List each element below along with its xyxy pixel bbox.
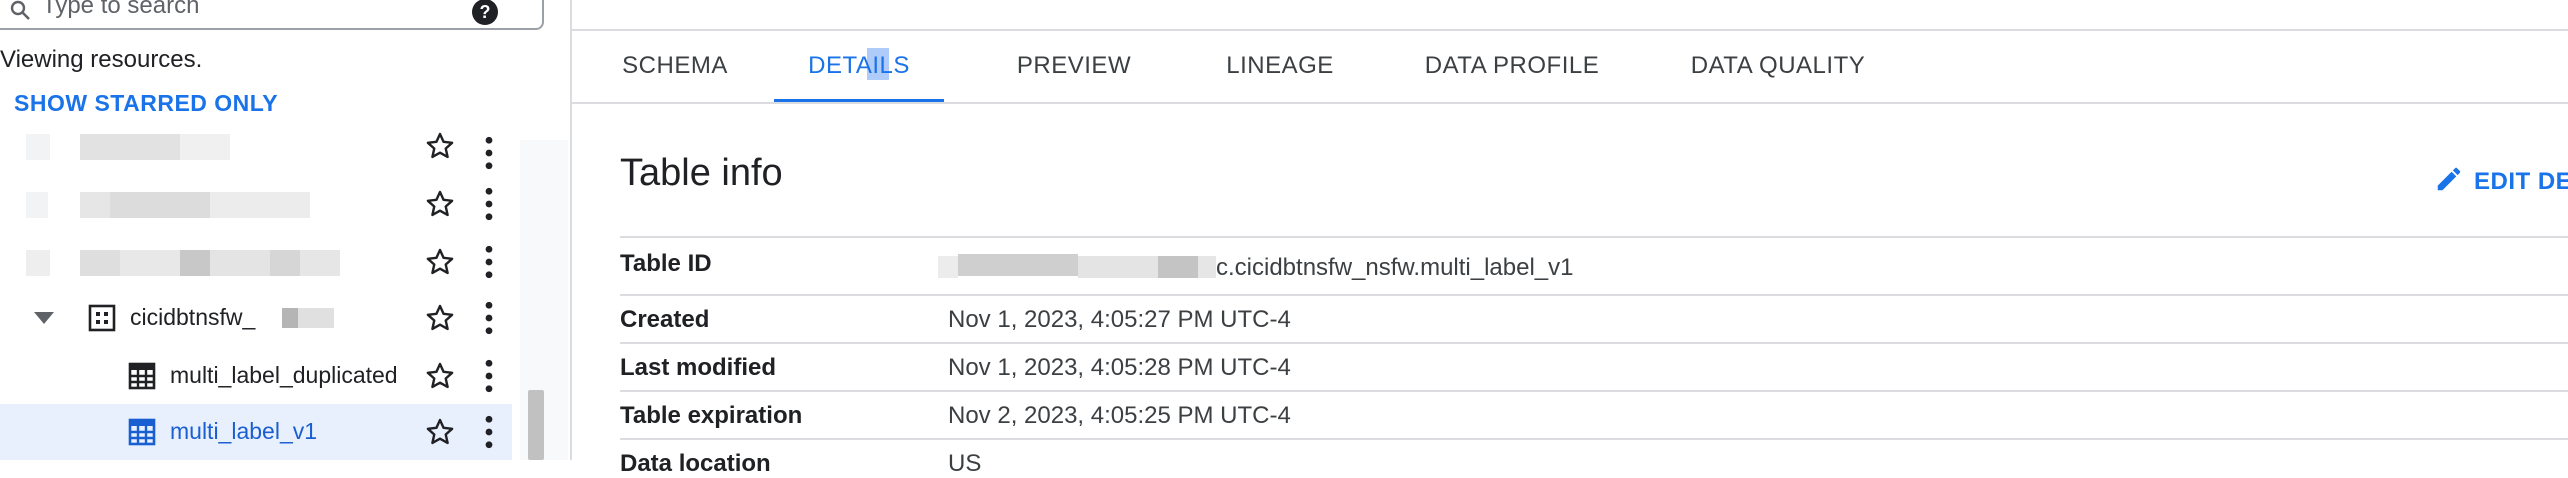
info-label: Created xyxy=(620,306,710,333)
tree-row-redacted[interactable] xyxy=(0,176,512,232)
table-icon xyxy=(128,362,156,390)
more-vert-icon[interactable] xyxy=(478,415,500,449)
divider xyxy=(620,236,2568,238)
info-label: Last modified xyxy=(620,354,777,381)
section-title: Table info xyxy=(620,152,783,194)
more-vert-icon[interactable] xyxy=(478,301,500,335)
edit-icon[interactable] xyxy=(2434,164,2464,194)
divider xyxy=(620,342,2568,344)
scrollbar-thumb[interactable] xyxy=(528,390,544,460)
search-input[interactable]: Type to search ? xyxy=(0,0,544,30)
star-icon[interactable] xyxy=(424,360,456,392)
data-location-value: US xyxy=(948,450,982,477)
tab-lineage[interactable]: LINEAGE xyxy=(1222,34,1338,102)
created-value: Nov 1, 2023, 4:05:27 PM UTC-4 xyxy=(948,306,1291,333)
tab-label: DETAILS xyxy=(808,52,910,79)
tab-label: SCHEMA xyxy=(622,52,728,79)
table-icon xyxy=(128,418,156,446)
tab-label: PREVIEW xyxy=(1016,52,1132,79)
tab-label: DATA PROFILE xyxy=(1424,52,1600,79)
table-id-value: c.cicidbtnsfw_nsfw.multi_label_v1 xyxy=(1216,254,1574,281)
tree-row-dataset[interactable]: cicidbtnsfw_ xyxy=(0,290,512,346)
tab-preview[interactable]: PREVIEW xyxy=(1014,34,1134,102)
star-icon[interactable] xyxy=(424,130,456,162)
divider xyxy=(620,390,2568,392)
explorer-panel: Type to search ? Viewing resources. SHOW… xyxy=(0,0,570,460)
show-starred-only-button[interactable]: SHOW STARRED ONLY xyxy=(14,90,278,117)
more-vert-icon[interactable] xyxy=(478,245,500,279)
tree-item-label: multi_label_duplicated xyxy=(170,362,398,388)
tree-row-table[interactable]: multi_label_duplicated xyxy=(0,348,512,404)
tree-item-label: cicidbtnsfw_ xyxy=(130,304,256,330)
tab-details[interactable]: DETAILS xyxy=(774,34,944,103)
dataset-icon xyxy=(88,304,116,332)
table-expiration-value: Nov 2, 2023, 4:05:25 PM UTC-4 xyxy=(948,402,1291,429)
star-icon[interactable] xyxy=(424,302,456,334)
tabs-divider xyxy=(572,102,2568,104)
last-modified-value: Nov 1, 2023, 4:05:28 PM UTC-4 xyxy=(948,354,1291,381)
search-icon xyxy=(10,0,30,20)
tab-data-quality[interactable]: DATA QUALITY xyxy=(1684,34,1872,102)
more-vert-icon[interactable] xyxy=(478,359,500,393)
tab-label: LINEAGE xyxy=(1226,52,1334,79)
tree-item-label: multi_label_v1 xyxy=(170,418,318,444)
edit-details-button[interactable]: EDIT DE xyxy=(2474,168,2568,196)
tree-row-table-selected[interactable]: multi_label_v1 xyxy=(0,404,512,460)
divider xyxy=(620,438,2568,440)
tree-row-redacted[interactable] xyxy=(0,234,512,290)
more-vert-icon[interactable] xyxy=(478,187,500,221)
tree-row-redacted[interactable] xyxy=(0,130,512,170)
star-icon[interactable] xyxy=(424,188,456,220)
star-icon[interactable] xyxy=(424,416,456,448)
divider xyxy=(572,29,2568,31)
info-label: Table ID xyxy=(620,250,712,277)
more-vert-icon[interactable] xyxy=(478,136,500,170)
help-icon[interactable]: ? xyxy=(472,0,498,25)
tab-schema[interactable]: SCHEMA xyxy=(620,34,730,102)
search-placeholder: Type to search xyxy=(42,0,200,19)
star-icon[interactable] xyxy=(424,246,456,278)
viewing-resources-text: Viewing resources. xyxy=(0,46,203,73)
info-label: Data location xyxy=(620,450,771,477)
details-panel: SCHEMA DETAILS PREVIEW LINEAGE DATA PROF… xyxy=(572,0,2568,477)
tab-label: DATA QUALITY xyxy=(1690,52,1866,79)
caret-down-icon[interactable] xyxy=(32,310,56,326)
tab-data-profile[interactable]: DATA PROFILE xyxy=(1420,34,1604,102)
divider xyxy=(620,294,2568,296)
info-label: Table expiration xyxy=(620,402,803,429)
